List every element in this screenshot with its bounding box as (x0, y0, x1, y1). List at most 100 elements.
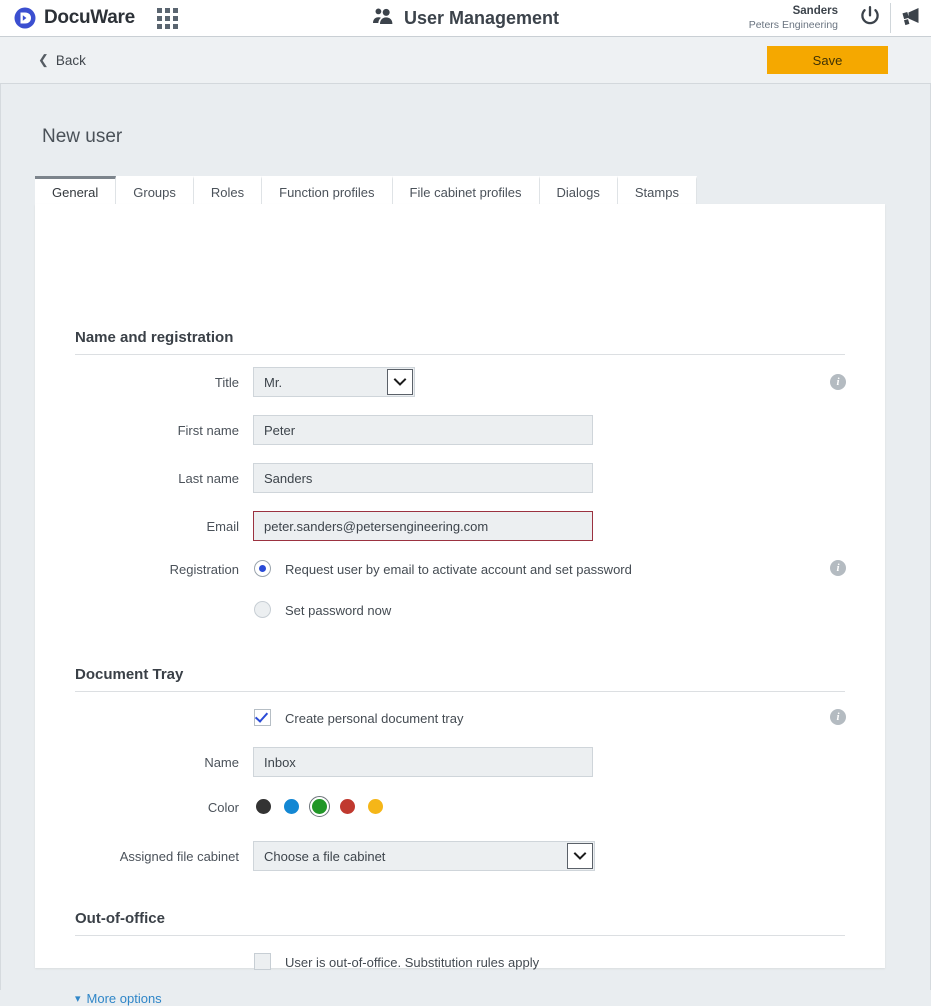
section-title-document-tray: Document Tray (75, 666, 184, 683)
registration-radio-password[interactable] (254, 601, 271, 618)
field-row-registration-option-2: Set password now (35, 599, 885, 623)
tab-bar: General Groups Roles Function profiles F… (35, 174, 697, 206)
field-row-email: Email peter.sanders@petersengineering.co… (35, 511, 885, 541)
create-personal-tray-checkbox[interactable] (254, 709, 271, 726)
create-personal-tray-label: Create personal document tray (285, 710, 464, 726)
chevron-down-icon: ▾ (75, 993, 81, 1005)
users-icon (372, 7, 394, 30)
color-swatch-yellow[interactable] (365, 796, 386, 817)
title-value: Mr. (264, 374, 283, 390)
color-swatch-blue[interactable] (281, 796, 302, 817)
swatch-dot (368, 799, 383, 814)
field-row-create-tray: Create personal document tray i (35, 708, 885, 738)
tab-general[interactable]: General (35, 176, 117, 206)
document-tray-info-icon[interactable]: i (830, 709, 846, 725)
color-swatch-green-selected[interactable] (309, 796, 330, 817)
save-button[interactable]: Save (767, 46, 888, 74)
registration-radio-email[interactable] (254, 560, 271, 577)
user-org-block[interactable]: Sanders Peters Engineering (749, 5, 838, 30)
out-of-office-label: User is out-of-office. Substitution rule… (285, 954, 540, 970)
registration-info-icon[interactable]: i (830, 560, 846, 576)
brand[interactable]: DocuWare (14, 7, 135, 29)
back-button[interactable]: ❮ Back (38, 52, 86, 68)
organization-name: Peters Engineering (748, 18, 838, 31)
tray-name-label: Name (204, 754, 239, 770)
section-title-name-registration: Name and registration (75, 329, 234, 346)
title-select[interactable]: Mr. (253, 367, 415, 397)
tab-dialogs[interactable]: Dialogs (539, 176, 618, 206)
email-label: Email (206, 518, 239, 534)
page-header-title: User Management (403, 8, 560, 28)
tab-roles[interactable]: Roles (193, 176, 263, 206)
registration-radio-password-label: Set password now (285, 602, 392, 618)
out-of-office-checkbox[interactable] (254, 953, 271, 970)
swatch-dot (312, 799, 327, 814)
color-swatch-red[interactable] (337, 796, 358, 817)
title-info-icon[interactable]: i (830, 374, 846, 390)
power-icon (858, 4, 882, 33)
app-header: DocuWare User Management Sanders Peters … (0, 0, 931, 37)
color-swatch-black[interactable] (253, 796, 274, 817)
grid-dot (172, 15, 178, 21)
assigned-cabinet-select[interactable]: Choose a file cabinet (253, 841, 595, 871)
tab-function-profiles[interactable]: Function profiles (262, 176, 393, 206)
grid-dot (156, 15, 162, 21)
back-label: Back (55, 52, 86, 68)
field-row-registration-option-1: Registration Request user by email to ac… (35, 558, 885, 582)
megaphone-icon (899, 5, 923, 32)
swatch-dot (256, 799, 271, 814)
color-swatch-group (253, 796, 386, 817)
registration-radio-email-label: Request user by email to activate accoun… (285, 561, 632, 577)
assigned-cabinet-value: Choose a file cabinet (264, 848, 386, 864)
brand-name: DocuWare (44, 7, 135, 28)
page-title: New user (42, 126, 123, 147)
logout-button[interactable] (850, 0, 890, 37)
section-title-out-of-office: Out-of-office (75, 910, 165, 927)
swatch-dot (284, 799, 299, 814)
chevron-down-icon[interactable] (567, 843, 593, 869)
docuware-logo-icon (14, 7, 36, 29)
swatch-dot (340, 799, 355, 814)
general-tab-panel: Name and registration Title Mr. i First … (35, 204, 885, 1006)
last-name-input[interactable]: Sanders (253, 463, 593, 493)
email-input[interactable]: peter.sanders@petersengineering.com (253, 511, 593, 541)
registration-label: Registration (169, 561, 239, 577)
apps-grid-icon[interactable] (156, 7, 179, 29)
field-row-tray-name: Name Inbox (35, 747, 885, 777)
tray-color-label: Color (207, 799, 239, 815)
tray-name-input[interactable]: Inbox (253, 747, 593, 777)
first-name-input[interactable]: Peter (253, 415, 593, 445)
first-name-label: First name (177, 422, 239, 438)
tab-file-cabinet-profiles[interactable]: File cabinet profiles (392, 176, 540, 206)
section-divider (75, 691, 845, 692)
title-label: Title (214, 374, 239, 390)
grid-dot (172, 23, 178, 29)
more-options-link[interactable]: ▾ More options (75, 991, 162, 1006)
grid-dot (156, 23, 162, 29)
announcements-button[interactable] (891, 0, 931, 37)
section-divider (75, 935, 845, 936)
field-row-tray-color: Color (35, 795, 885, 819)
user-name: Sanders (792, 5, 838, 18)
app-header-right: Sanders Peters Engineering (749, 0, 931, 37)
field-row-last-name: Last name Sanders (35, 463, 885, 493)
field-row-first-name: First name Peter (35, 415, 885, 445)
field-row-out-of-office: User is out-of-office. Substitution rule… (35, 952, 885, 974)
page-body: New user General Groups Roles Function p… (0, 84, 931, 1006)
last-name-label: Last name (178, 470, 239, 486)
grid-dot (164, 23, 170, 29)
grid-dot (164, 7, 170, 13)
grid-dot (156, 7, 162, 13)
command-bar: ❮ Back Save (0, 37, 931, 84)
chevron-down-icon[interactable] (387, 369, 413, 395)
grid-dot (164, 15, 170, 21)
assigned-cabinet-label: Assigned file cabinet (119, 848, 239, 864)
tab-groups[interactable]: Groups (116, 176, 194, 206)
chevron-left-icon: ❮ (38, 52, 49, 67)
more-options-label: More options (86, 991, 162, 1006)
section-divider (75, 354, 845, 355)
grid-dot (172, 7, 178, 13)
field-row-title: Title Mr. i (35, 367, 885, 397)
field-row-assigned-cabinet: Assigned file cabinet Choose a file cabi… (35, 841, 885, 871)
tab-stamps[interactable]: Stamps (617, 176, 697, 206)
